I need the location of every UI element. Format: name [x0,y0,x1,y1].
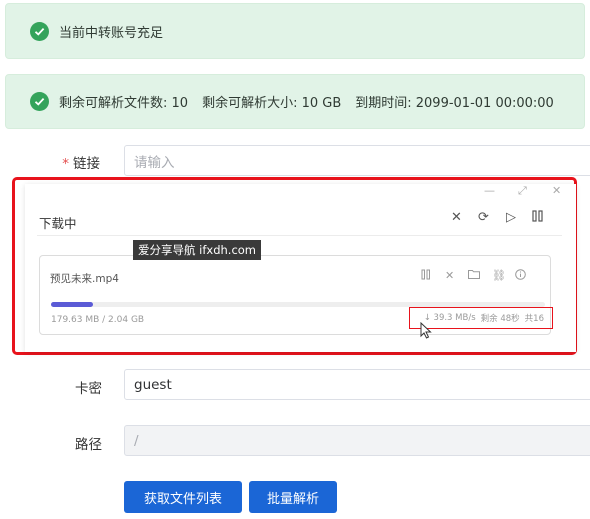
required-mark: * [62,156,69,172]
maximize-icon[interactable]: ⤢ [518,184,527,198]
batch-parse-button[interactable]: 批量解析 [249,481,337,513]
path-input: / [124,425,590,456]
pause-icon[interactable] [532,210,543,226]
size-text: 179.63 MB / 2.04 GB [51,315,145,325]
status-text: 当前中转账号充足 [59,25,164,41]
check-circle-icon [30,92,49,111]
remaining-time-text: 剩余 48秒 [480,314,520,324]
path-label: 路径 [75,437,102,453]
folder-icon[interactable] [468,269,480,282]
pause-icon[interactable] [421,269,431,283]
progress-fill [51,302,94,307]
extra-count-text: 共16 [524,314,544,324]
get-file-list-button[interactable]: 获取文件列表 [124,481,242,513]
info-icon[interactable] [515,269,526,283]
card-input[interactable]: guest [124,369,590,400]
remaining-files-text: 剩余可解析文件数: 10 [59,96,189,111]
download-title: 下载中 [39,216,77,231]
file-name: 预见未来.mp4 [50,273,119,285]
divider [37,235,562,236]
refresh-icon[interactable]: ⟳ [478,210,489,225]
play-icon[interactable]: ▷ [506,210,516,225]
download-popup: — ⤢ ✕ 下载中 ✕ ⟳ ▷ 预见未来.mp4 ✕ ⛓ 179.63 MB /… [25,184,576,352]
account-status-alert: 当前中转账号充足 [5,3,585,59]
watermark: 爱分享导航 ifxdh.com [133,240,262,260]
download-item: 预见未来.mp4 ✕ ⛓ 179.63 MB / 2.04 GB ↓ 39.3 … [39,255,553,335]
link-label: * 链接 [62,156,100,172]
cursor-icon [420,322,432,339]
remaining-size-text: 剩余可解析大小: 10 GB [202,96,342,111]
quota-alert: 剩余可解析文件数: 10 剩余可解析大小: 10 GB 到期时间: 2099-0… [5,74,585,129]
check-circle-icon [30,21,49,41]
expiry-text: 到期时间: 2099-01-01 00:00:00 [355,96,554,111]
card-label: 卡密 [75,381,102,397]
close-icon[interactable]: ✕ [445,269,454,282]
link-icon[interactable]: ⛓ [492,269,506,282]
link-input[interactable]: 请输入 [124,145,590,176]
window-close-icon[interactable]: ✕ [552,184,561,197]
minimize-icon[interactable]: — [484,184,495,197]
close-icon[interactable]: ✕ [451,210,462,225]
